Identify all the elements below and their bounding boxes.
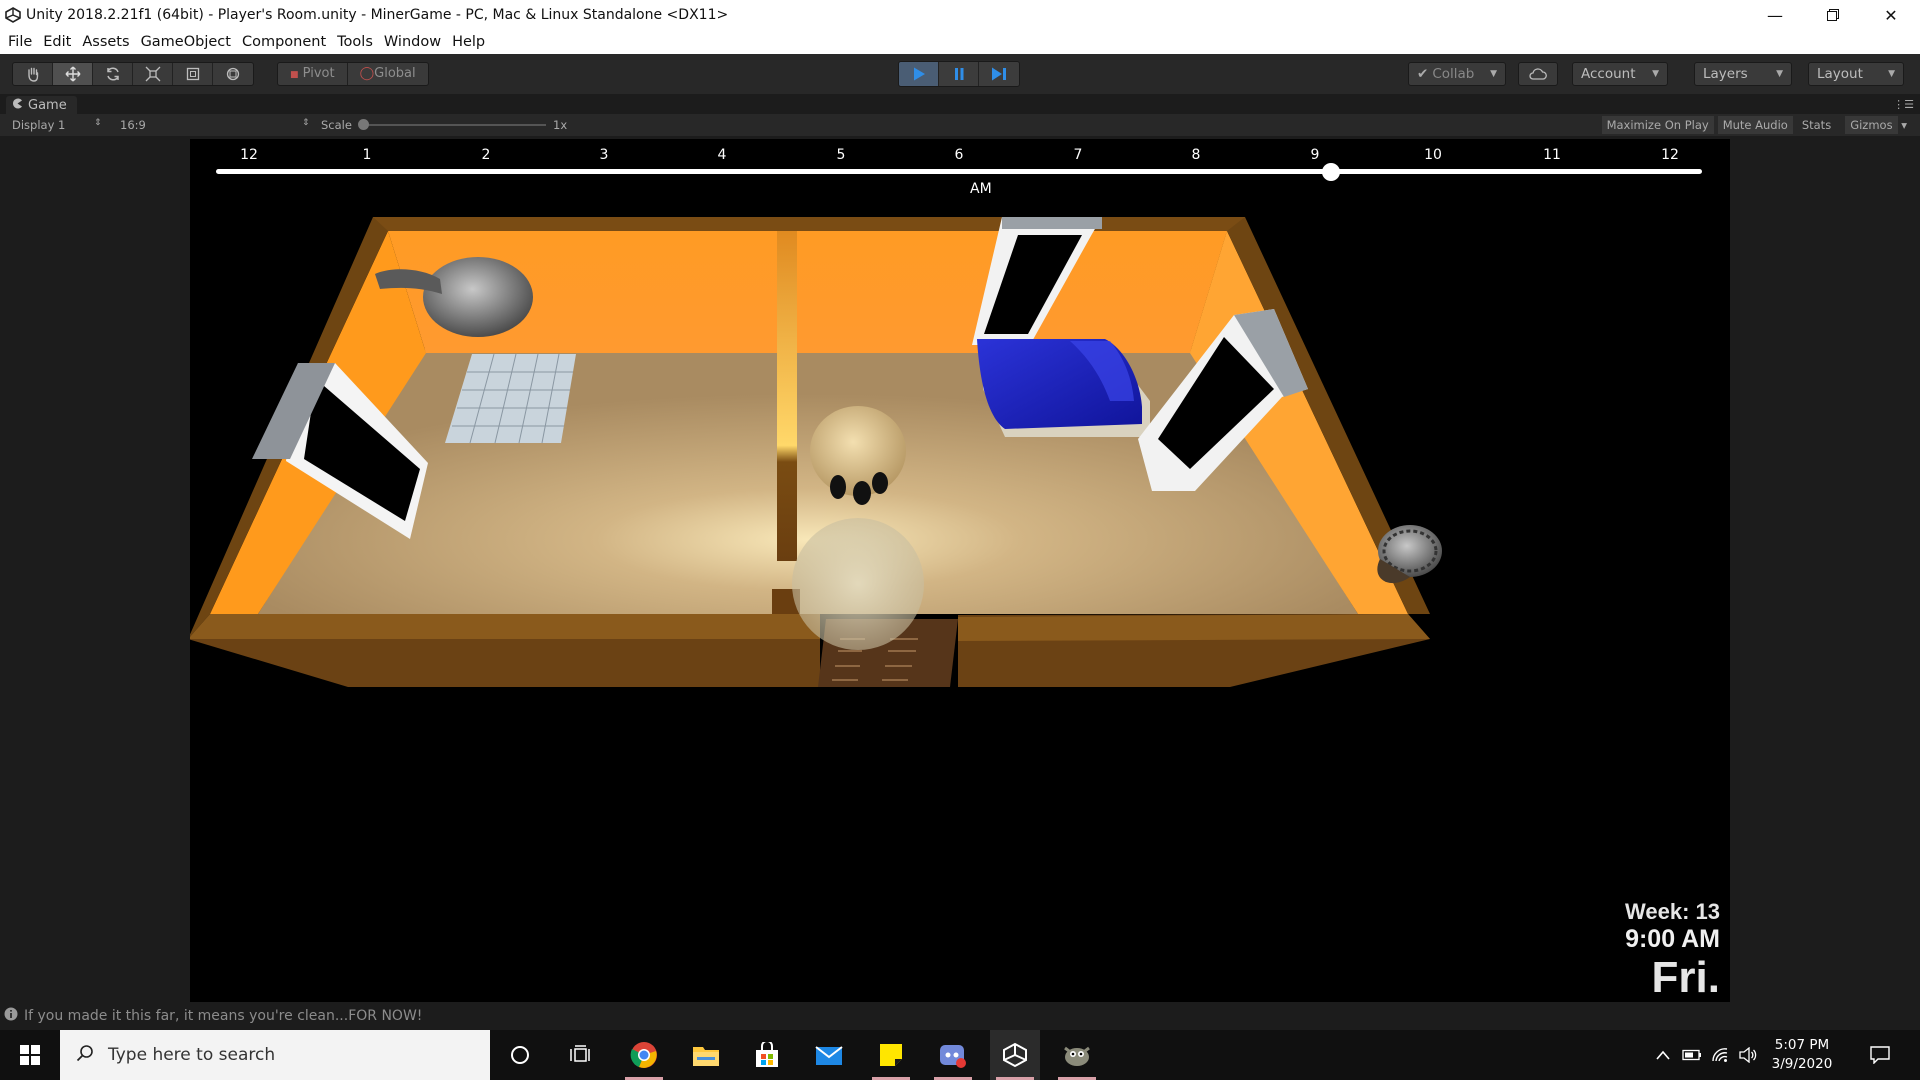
console-status-bar[interactable]: If you made it this far, it means you're… bbox=[0, 1002, 1920, 1030]
room-scene bbox=[190, 217, 1442, 687]
minimize-icon[interactable]: — bbox=[1746, 0, 1804, 30]
cloud-icon bbox=[1529, 68, 1547, 80]
unity-icon[interactable] bbox=[990, 1030, 1040, 1080]
stats-toggle[interactable]: Stats bbox=[1797, 116, 1836, 134]
window-title: Unity 2018.2.21f1 (64bit) - Player's Roo… bbox=[26, 7, 729, 23]
layers-dropdown[interactable]: Layers ▼ bbox=[1694, 62, 1792, 86]
mute-audio-toggle[interactable]: Mute Audio bbox=[1717, 116, 1793, 134]
clock-time: 5:07 PM bbox=[1774, 1037, 1830, 1053]
menu-window[interactable]: Window bbox=[380, 34, 448, 50]
taskbar-clock[interactable]: 5:07 PM 3/9/2020 bbox=[1762, 1036, 1842, 1074]
search-icon bbox=[76, 1044, 94, 1067]
clock-date: 3/9/2020 bbox=[1771, 1056, 1833, 1072]
hand-tool-icon[interactable] bbox=[13, 63, 53, 85]
chrome-icon[interactable] bbox=[619, 1030, 669, 1080]
menu-help[interactable]: Help bbox=[448, 34, 492, 50]
play-icon[interactable] bbox=[899, 62, 939, 86]
menu-component[interactable]: Component bbox=[238, 34, 333, 50]
tab-game[interactable]: Game bbox=[6, 96, 77, 114]
maximize-on-play-toggle[interactable]: Maximize On Play bbox=[1601, 116, 1714, 134]
display-select-arrow-icon[interactable]: ⇕ bbox=[94, 118, 102, 128]
game-hud: Week: 13 9:00 AM Fri. bbox=[1625, 899, 1720, 1002]
mail-icon[interactable] bbox=[804, 1030, 854, 1080]
step-icon[interactable] bbox=[979, 62, 1019, 86]
transform-tools bbox=[12, 62, 254, 86]
menu-file[interactable]: File bbox=[4, 34, 39, 50]
menu-tools[interactable]: Tools bbox=[333, 34, 380, 50]
check-icon: ✔ bbox=[1417, 66, 1429, 82]
scale-tool-icon[interactable] bbox=[133, 63, 173, 85]
aspect-select[interactable]: 16:9 bbox=[120, 118, 146, 132]
day-label: Fri. bbox=[1651, 953, 1720, 1002]
pause-icon[interactable] bbox=[939, 62, 979, 86]
pivot-toggle-group: ■ Pivot ◯Global bbox=[277, 62, 429, 86]
rotate-tool-icon[interactable] bbox=[93, 63, 133, 85]
global-button[interactable]: ◯Global bbox=[348, 63, 428, 85]
windows-taskbar: Type here to search 5:07 PM 3/9/2020 bbox=[0, 1030, 1920, 1080]
battery-icon[interactable] bbox=[1678, 1030, 1706, 1080]
transform-tool-icon[interactable] bbox=[213, 63, 253, 85]
aspect-select-arrow-icon[interactable]: ⇕ bbox=[302, 118, 310, 128]
file-explorer-icon[interactable] bbox=[681, 1030, 731, 1080]
task-view-icon[interactable] bbox=[555, 1030, 605, 1080]
panel-menu-icon[interactable]: ⋮☰ bbox=[1893, 98, 1914, 111]
scale-slider-track[interactable] bbox=[362, 124, 546, 126]
menu-gameobject[interactable]: GameObject bbox=[137, 34, 238, 50]
status-message: If you made it this far, it means you're… bbox=[24, 1008, 423, 1024]
game-pacman-icon bbox=[12, 98, 23, 113]
windows-start-icon[interactable] bbox=[0, 1030, 60, 1080]
gizmos-dropdown[interactable]: Gizmos ▾ bbox=[1840, 116, 1912, 134]
wifi-icon[interactable] bbox=[1706, 1030, 1734, 1080]
discord-icon[interactable] bbox=[928, 1030, 978, 1080]
panel-tab-row: Game ⋮☰ bbox=[0, 94, 1920, 114]
account-dropdown[interactable]: Account ▼ bbox=[1572, 62, 1668, 86]
taskbar-search-input[interactable]: Type here to search bbox=[60, 1030, 490, 1080]
game-view-panel: 12 1 2 3 4 5 6 7 8 9 10 11 12 AM Week: 1… bbox=[0, 136, 1920, 1002]
close-icon[interactable]: ✕ bbox=[1862, 0, 1920, 30]
info-icon bbox=[4, 1007, 18, 1025]
playback-controls bbox=[898, 61, 1020, 87]
scale-value: 1x bbox=[553, 118, 568, 132]
window-titlebar: Unity 2018.2.21f1 (64bit) - Player's Roo… bbox=[0, 0, 1920, 30]
light-orb bbox=[792, 518, 924, 650]
cortana-icon[interactable] bbox=[495, 1030, 545, 1080]
sticky-notes-icon[interactable] bbox=[866, 1030, 916, 1080]
menu-assets[interactable]: Assets bbox=[78, 34, 136, 50]
game-view-controls: Display 1 ⇕ 16:9 ⇕ Scale 1x Maximize On … bbox=[0, 114, 1920, 136]
display-select[interactable]: Display 1 bbox=[12, 118, 65, 132]
pivot-button[interactable]: ■ Pivot bbox=[278, 63, 348, 85]
restore-icon[interactable] bbox=[1804, 0, 1862, 30]
search-placeholder: Type here to search bbox=[108, 1045, 276, 1065]
gimp-icon[interactable] bbox=[1052, 1030, 1102, 1080]
tray-chevron-up-icon[interactable] bbox=[1648, 1030, 1678, 1080]
scale-label: Scale bbox=[321, 118, 352, 132]
move-tool-icon[interactable] bbox=[53, 63, 93, 85]
volume-icon[interactable] bbox=[1734, 1030, 1762, 1080]
time-label: 9:00 AM bbox=[1625, 925, 1720, 953]
rect-tool-icon[interactable] bbox=[173, 63, 213, 85]
notifications-icon[interactable] bbox=[1860, 1030, 1900, 1080]
menu-bar: File Edit Assets GameObject Component To… bbox=[0, 30, 1920, 54]
cloud-button[interactable] bbox=[1518, 62, 1558, 86]
store-icon[interactable] bbox=[742, 1030, 792, 1080]
menu-edit[interactable]: Edit bbox=[39, 34, 78, 50]
scale-slider-handle[interactable] bbox=[358, 119, 369, 130]
layout-dropdown[interactable]: Layout ▼ bbox=[1808, 62, 1904, 86]
unity-logo-icon bbox=[0, 0, 26, 30]
game-viewport[interactable]: 12 1 2 3 4 5 6 7 8 9 10 11 12 AM Week: 1… bbox=[190, 139, 1730, 1002]
main-toolbar: ■ Pivot ◯Global ✔ Collab ▼ Account ▼ Lay… bbox=[0, 54, 1920, 94]
divider-wall bbox=[777, 231, 797, 561]
week-label: Week: 13 bbox=[1625, 899, 1720, 924]
basin bbox=[423, 257, 533, 337]
collab-dropdown[interactable]: ✔ Collab ▼ bbox=[1408, 62, 1506, 86]
